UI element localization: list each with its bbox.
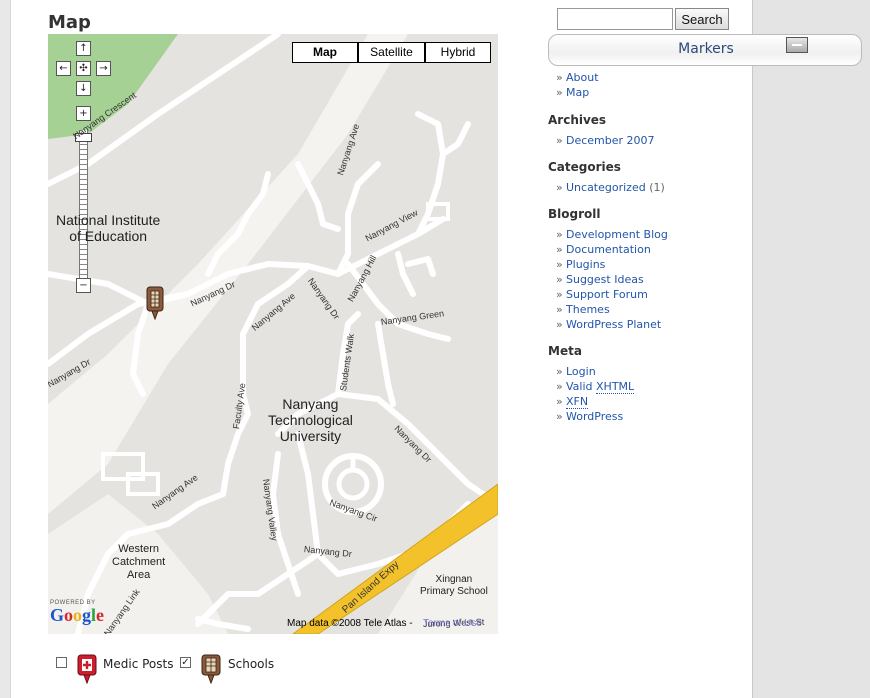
categories-section: Categories Uncategorized (1)	[548, 160, 665, 195]
search-button[interactable]: Search	[675, 8, 729, 30]
markers-panel-title: Markers	[678, 41, 734, 57]
blogroll-link[interactable]: Suggest Ideas	[566, 273, 644, 286]
blogroll-link[interactable]: Development Blog	[566, 228, 668, 241]
list-item: Map	[556, 85, 599, 100]
map-copyright: Map data ©2008 Tele Atlas -	[287, 618, 413, 629]
blogroll-link[interactable]: Documentation	[566, 243, 651, 256]
place-label-western-catchment: Western Catchment Area	[112, 543, 166, 581]
blogroll-section: Blogroll Development Blog Documentation …	[548, 207, 668, 332]
blogroll-heading: Blogroll	[548, 207, 601, 221]
category-link[interactable]: Uncategorized	[566, 181, 646, 194]
list-item: XFN	[556, 394, 634, 409]
pan-south-arrow-icon[interactable]: ↓	[76, 81, 91, 96]
blogroll-link[interactable]: WordPress Planet	[566, 318, 661, 331]
zoom-slider-track[interactable]	[79, 130, 88, 278]
meta-prefix-text: Valid	[566, 380, 597, 393]
meta-link-login[interactable]: Login	[566, 365, 596, 378]
meta-link-xfn[interactable]: XFN	[566, 395, 589, 409]
blogroll-link[interactable]: Plugins	[566, 258, 605, 271]
list-item: December 2007	[556, 133, 655, 148]
archives-heading: Archives	[548, 113, 607, 127]
archives-section: Archives December 2007	[548, 113, 655, 148]
categories-heading: Categories	[548, 160, 621, 174]
medic-post-marker-icon	[77, 654, 97, 685]
schools-checkbox[interactable]: ✓	[180, 657, 191, 668]
list-item: Development Blog	[556, 227, 668, 242]
list-item: About	[556, 70, 599, 85]
list-item: Documentation	[556, 242, 668, 257]
google-wordmark: Google	[50, 605, 105, 625]
search-input[interactable]	[557, 8, 673, 30]
terms-of-use-link[interactable]: Terms of Use	[423, 618, 482, 629]
zoom-in-button[interactable]: +	[76, 106, 91, 121]
map-type-hybrid-button[interactable]: Hybrid	[425, 42, 491, 63]
map-type-satellite-button[interactable]: Satellite	[358, 42, 425, 63]
pan-west-arrow-icon[interactable]: ←	[56, 61, 71, 76]
list-item: Suggest Ideas	[556, 272, 668, 287]
sidebar-link-about[interactable]: About	[566, 71, 599, 84]
archive-link[interactable]: December 2007	[566, 134, 655, 147]
place-label-nie: National Institute of Education	[56, 212, 161, 244]
pan-reset-icon[interactable]: ✣	[76, 61, 91, 76]
right-page-border	[752, 0, 870, 698]
list-item: Valid XHTML	[556, 379, 635, 394]
page-title: Map	[48, 12, 91, 33]
place-label-ntu: Nanyang Technological University	[268, 396, 353, 444]
blogroll-link[interactable]: Support Forum	[566, 288, 648, 301]
park-area	[48, 34, 178, 139]
school-map-marker[interactable]	[146, 286, 164, 321]
list-item: Login	[556, 364, 634, 379]
list-item: WordPress	[556, 409, 634, 424]
xhtml-abbr: XHTML	[596, 380, 635, 394]
meta-section: Meta Login Valid XHTML XFN WordPress	[548, 344, 635, 424]
pan-east-arrow-icon[interactable]: →	[96, 61, 111, 76]
markers-collapse-button[interactable]	[786, 37, 808, 53]
list-item: Themes	[556, 302, 668, 317]
map-canvas[interactable]: Map Satellite Hybrid ↑ ← ✣ → ↓ + − Natio…	[48, 34, 498, 634]
medic-posts-label: Medic Posts	[103, 657, 174, 671]
google-logo[interactable]: POWERED BY Google	[50, 600, 104, 624]
xfn-abbr: XFN	[566, 395, 589, 409]
place-label-xingnan-school: Xingnan Primary School	[420, 574, 488, 597]
zoom-out-button[interactable]: −	[76, 278, 91, 293]
map-type-map-button[interactable]: Map	[292, 42, 358, 63]
blogroll-link[interactable]: Themes	[566, 303, 610, 316]
category-count: (1)	[649, 181, 665, 194]
list-item: Support Forum	[556, 287, 668, 302]
pages-list: About Map	[556, 70, 599, 100]
list-item: Uncategorized (1)	[556, 180, 665, 195]
sidebar-link-map[interactable]: Map	[566, 86, 589, 99]
schools-label: Schools	[228, 657, 275, 671]
meta-link-valid-xhtml[interactable]: Valid XHTML	[566, 380, 635, 394]
medic-posts-checkbox[interactable]	[56, 657, 67, 668]
markers-panel: Markers	[548, 34, 862, 66]
list-item: Plugins	[556, 257, 668, 272]
school-marker-icon	[201, 654, 221, 685]
left-page-border	[0, 0, 11, 698]
pan-north-arrow-icon[interactable]: ↑	[76, 41, 91, 56]
list-item: WordPress Planet	[556, 317, 668, 332]
meta-link-wordpress[interactable]: WordPress	[566, 410, 623, 423]
meta-heading: Meta	[548, 344, 582, 358]
